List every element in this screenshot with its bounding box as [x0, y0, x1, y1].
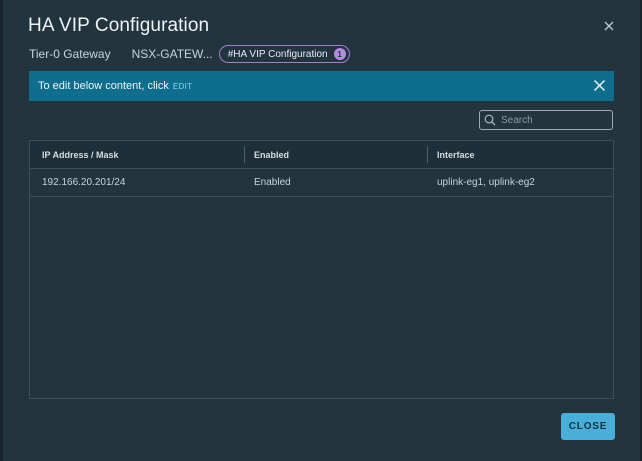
banner-text: To edit below content, click	[38, 80, 169, 92]
column-resize-handle[interactable]	[244, 146, 245, 163]
breadcrumb-item-gateway-name: NSX-GATEW...	[131, 47, 213, 61]
vip-table: IP Address / Mask Enabled Interface 192.…	[29, 140, 614, 399]
breadcrumb-item-tier0-gateway: Tier-0 Gateway	[29, 47, 111, 61]
cell-ip-address: 192.166.20.201/24	[42, 177, 126, 188]
breadcrumb: Tier-0 Gateway NSX-GATEW... #HA VIP Conf…	[29, 44, 350, 64]
close-icon[interactable]	[593, 79, 606, 92]
banner-edit-link[interactable]: EDIT	[173, 82, 192, 91]
search-box	[479, 110, 613, 130]
close-button[interactable]: CLOSE	[561, 413, 615, 440]
info-banner: To edit below content, click EDIT	[29, 71, 614, 101]
cell-interface: uplink-eg1, uplink-eg2	[437, 177, 535, 188]
column-header-interface[interactable]: Interface	[437, 141, 475, 168]
breadcrumb-chip-count: 1	[333, 48, 346, 60]
breadcrumb-chip-ha-vip: #HA VIP Configuration 1	[218, 45, 350, 63]
search-icon	[484, 114, 496, 126]
column-header-enabled[interactable]: Enabled	[254, 141, 289, 168]
breadcrumb-chip-label: #HA VIP Configuration	[227, 48, 328, 60]
table-header: IP Address / Mask Enabled Interface	[30, 141, 613, 169]
cell-enabled: Enabled	[254, 177, 291, 188]
column-resize-handle[interactable]	[427, 146, 428, 163]
column-header-ip-address[interactable]: IP Address / Mask	[42, 141, 119, 168]
table-row[interactable]: 192.166.20.201/24 Enabled uplink-eg1, up…	[30, 169, 613, 197]
close-icon[interactable]	[603, 20, 615, 32]
search-input[interactable]	[501, 112, 612, 128]
ha-vip-dialog: HA VIP Configuration Tier-0 Gateway NSX-…	[3, 0, 640, 461]
dialog-title: HA VIP Configuration	[28, 15, 210, 36]
